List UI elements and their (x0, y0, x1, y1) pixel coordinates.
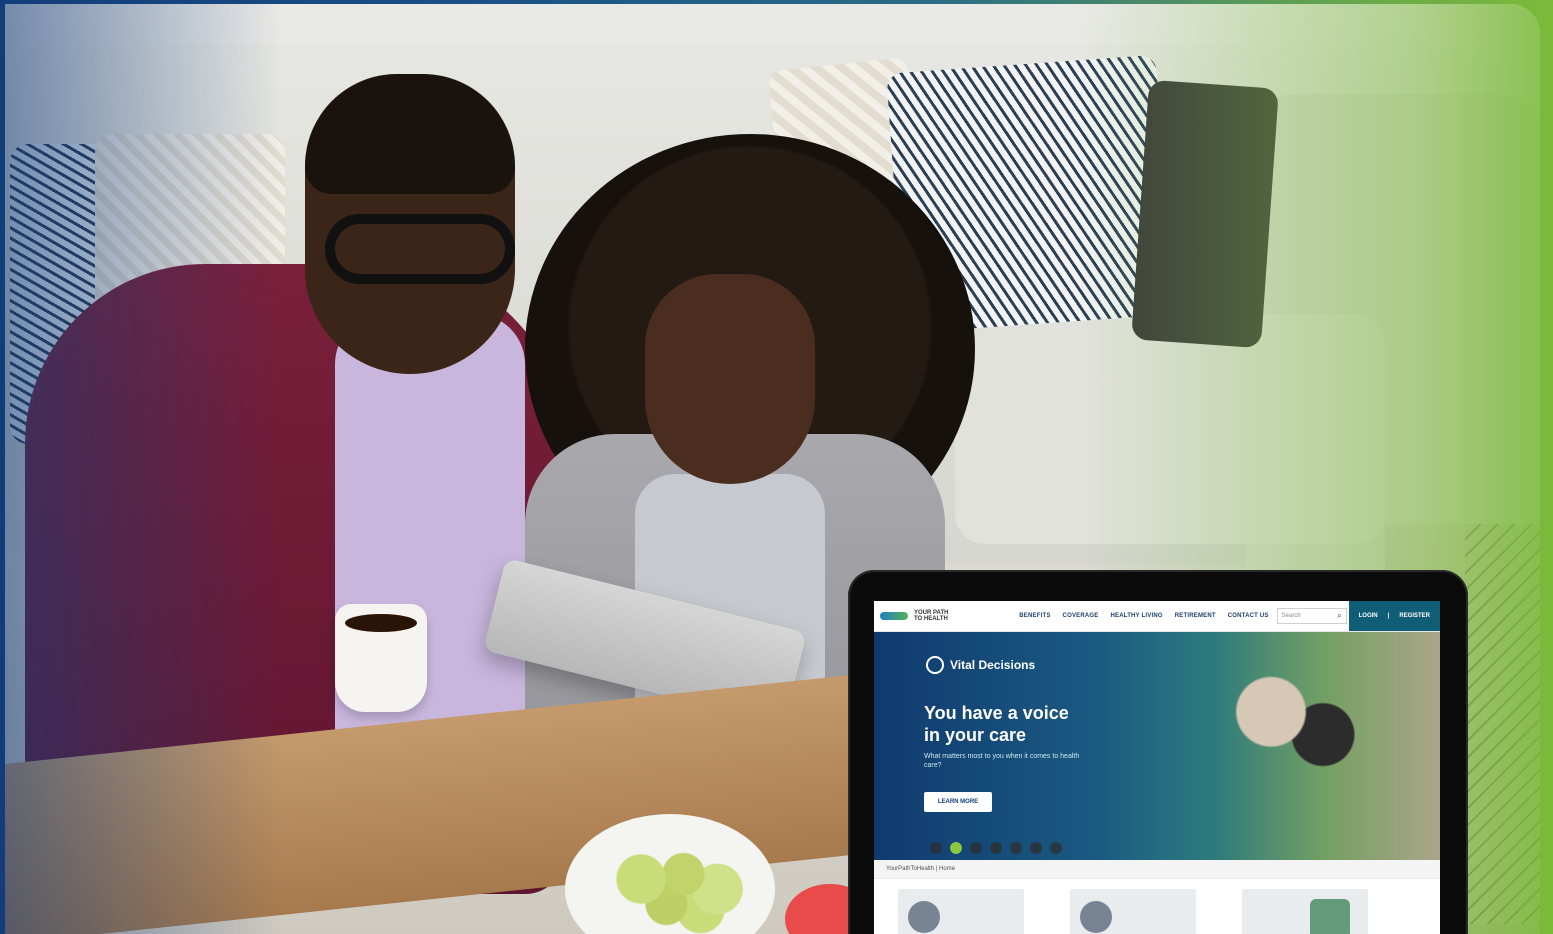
carousel-dot[interactable] (1050, 842, 1062, 854)
breadcrumb: YourPathToHealth | Home (874, 860, 1440, 879)
glasses (325, 214, 515, 284)
site-header: YOUR PATH TO HEALTH BENEFITS COVERAGE HE… (874, 601, 1440, 632)
pillow (1131, 79, 1279, 349)
register-link[interactable]: REGISTER (1399, 613, 1430, 619)
logo-text: YOUR PATH TO HEALTH (914, 610, 948, 622)
hero-photo (1180, 632, 1440, 860)
carousel-dot-active[interactable] (950, 842, 962, 854)
nav-item-retirement[interactable]: RETIREMENT (1175, 613, 1216, 619)
hero-brand: Vital Decisions (926, 656, 1035, 674)
search-input[interactable]: Search ⌕ (1276, 608, 1347, 624)
feature-card[interactable] (1070, 889, 1196, 934)
hero-headline: You have a voice in your care (924, 702, 1144, 746)
login-link[interactable]: LOGIN (1359, 613, 1378, 619)
account-actions: LOGIN | REGISTER (1348, 601, 1440, 631)
search-icon[interactable]: ⌕ (1337, 611, 1341, 621)
vital-decisions-logo-icon (926, 656, 944, 674)
carousel-indicators (930, 842, 1062, 854)
search-placeholder: Search (1281, 613, 1301, 619)
marketing-hero-scene: YOUR PATH TO HEALTH BENEFITS COVERAGE HE… (0, 0, 1553, 934)
hero-brand-name: Vital Decisions (950, 658, 1036, 672)
carousel-dot[interactable] (1030, 842, 1042, 854)
rug (1465, 524, 1540, 924)
logo-mark-icon (880, 612, 908, 620)
divider: | (1387, 613, 1390, 619)
carousel-dot[interactable] (970, 842, 982, 854)
device-screen-website: YOUR PATH TO HEALTH BENEFITS COVERAGE HE… (874, 601, 1440, 934)
learn-more-button[interactable]: LEARN MORE (924, 792, 992, 812)
carousel-dot[interactable] (1010, 842, 1022, 854)
feature-card[interactable] (1242, 889, 1368, 934)
woman-face (645, 274, 815, 484)
nav-item-contact-us[interactable]: CONTACT US (1228, 613, 1269, 619)
nav-item-coverage[interactable]: COVERAGE (1063, 613, 1099, 619)
feature-card[interactable] (898, 889, 1024, 934)
hero-subtext: What matters most to you when it comes t… (924, 753, 1080, 769)
feature-cards (874, 879, 1440, 934)
logo-text-bottom: TO HEALTH (914, 616, 948, 622)
site-logo[interactable]: YOUR PATH TO HEALTH (880, 606, 950, 626)
carousel-dot[interactable] (990, 842, 1002, 854)
coffee (345, 614, 417, 632)
carousel-dot[interactable] (930, 842, 942, 854)
nav-item-benefits[interactable]: BENEFITS (1019, 613, 1050, 619)
hero-banner: Vital Decisions You have a voice in your… (874, 632, 1440, 860)
primary-nav: BENEFITS COVERAGE HEALTHY LIVING RETIREM… (1019, 613, 1268, 619)
hero-headline-line1: You have a voice (924, 703, 1069, 723)
sofa-cushion (955, 314, 1385, 544)
grapes (590, 839, 760, 934)
hero-headline-line2: in your care (924, 725, 1027, 745)
nav-item-healthy-living[interactable]: HEALTHY LIVING (1111, 613, 1163, 619)
